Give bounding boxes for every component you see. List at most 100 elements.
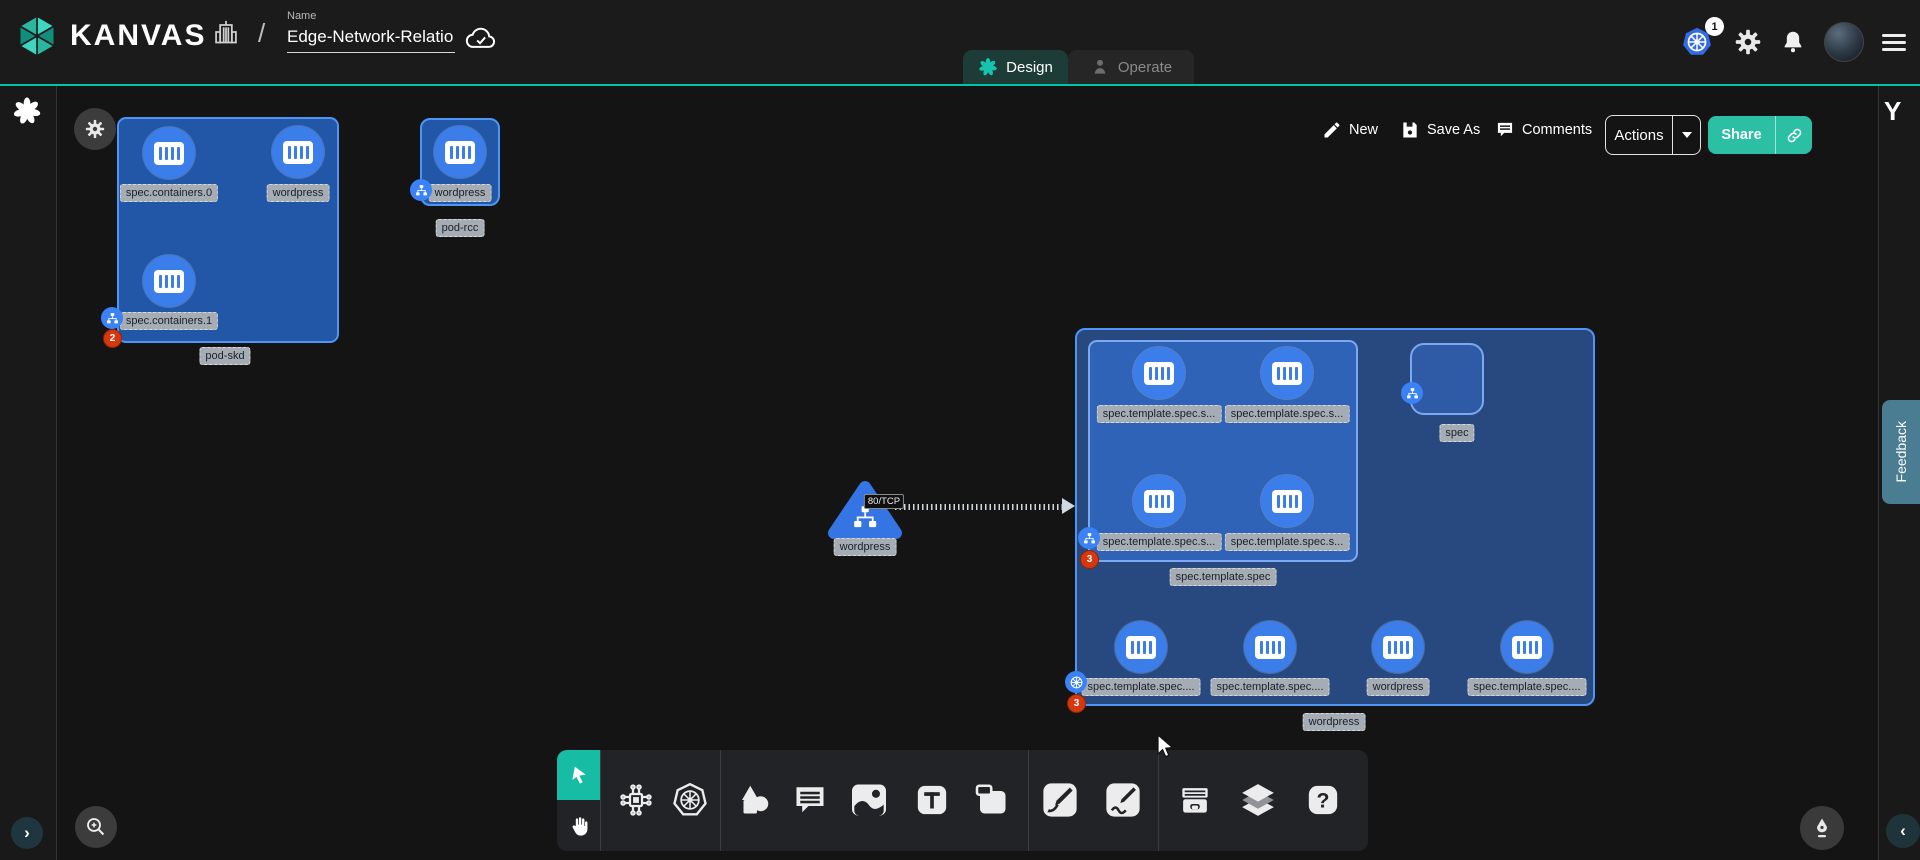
- name-label: Name: [287, 10, 455, 22]
- container-node[interactable]: [143, 127, 195, 179]
- node-label: spec.containers.0: [120, 184, 218, 202]
- container-node[interactable]: [1261, 475, 1313, 527]
- image-icon: [850, 783, 888, 817]
- new-button[interactable]: New: [1322, 120, 1378, 140]
- container-node[interactable]: [1501, 621, 1553, 673]
- container-icon: [1383, 636, 1413, 659]
- context-count-badge: 1: [1705, 17, 1724, 36]
- yaml-panel-icon[interactable]: Y: [1884, 96, 1901, 127]
- share-button[interactable]: Share: [1708, 116, 1812, 154]
- help-tool[interactable]: ?: [1301, 778, 1345, 822]
- save-icon: [1400, 120, 1420, 140]
- kanvas-logo-icon[interactable]: [14, 13, 60, 59]
- node-label: wordpress: [1367, 678, 1430, 696]
- group-label: wordpress: [1303, 713, 1366, 731]
- comment-icon: [792, 782, 828, 818]
- relationship-badge[interactable]: [1078, 527, 1100, 549]
- container-node[interactable]: [1372, 621, 1424, 673]
- node-label: wordpress: [267, 184, 330, 202]
- tab-operate[interactable]: Operate: [1068, 50, 1194, 84]
- container-node[interactable]: [434, 126, 486, 178]
- node-label: spec.template.spec.s...: [1225, 533, 1350, 551]
- kanvas-app: KANVAS / Name Design: [0, 0, 1920, 860]
- design-tab-icon: [978, 57, 998, 77]
- profile-avatar[interactable]: [1824, 22, 1864, 62]
- note-icon: [974, 782, 1010, 818]
- settings-icon[interactable]: [1734, 28, 1762, 56]
- kubernetes-components-tool[interactable]: [668, 778, 712, 822]
- text-tool[interactable]: [910, 778, 954, 822]
- container-node[interactable]: [143, 255, 195, 307]
- node-label: spec.template.spec.s...: [1097, 533, 1222, 551]
- media-tool[interactable]: [847, 778, 891, 822]
- group-label: spec.template.spec: [1170, 568, 1277, 586]
- relationship-badge[interactable]: [101, 307, 123, 329]
- pencil-icon: [1322, 120, 1342, 140]
- kubernetes-badge[interactable]: [1065, 671, 1087, 693]
- organization-icon[interactable]: [212, 18, 240, 46]
- node-label: spec.template.spec.s...: [1225, 405, 1350, 423]
- canvas-top-border: [0, 84, 1920, 86]
- copy-link-icon[interactable]: [1776, 126, 1812, 145]
- layers-tool[interactable]: [1236, 778, 1280, 822]
- freehand-draw-tool[interactable]: [1101, 778, 1145, 822]
- annotation-pen-button[interactable]: [1800, 806, 1844, 850]
- left-sidebar: [0, 86, 57, 860]
- comments-button[interactable]: Comments: [1495, 120, 1592, 140]
- edge-port-label: 80/TCP: [864, 494, 904, 509]
- import-drawer-tool[interactable]: [1173, 778, 1217, 822]
- operate-tab-label: Operate: [1118, 59, 1172, 76]
- group-label: pod-rcc: [436, 219, 485, 237]
- group-pod-template[interactable]: [1088, 340, 1358, 562]
- design-name-field: Name: [287, 10, 455, 53]
- canvas-settings-button[interactable]: [74, 108, 116, 150]
- zoom-button[interactable]: [75, 806, 117, 848]
- container-icon: [1272, 490, 1302, 513]
- service-edge[interactable]: [895, 504, 1063, 510]
- design-name-input[interactable]: [287, 25, 455, 53]
- container-icon: [1255, 636, 1285, 659]
- node-label: spec.template.spec.s...: [1097, 405, 1222, 423]
- error-count-badge[interactable]: 3: [1067, 694, 1086, 713]
- meshery-spinner-icon: [12, 96, 42, 126]
- save-as-button[interactable]: Save As: [1400, 120, 1480, 140]
- drawer-icon: [1176, 781, 1214, 819]
- collapse-panel-button[interactable]: ‹: [1886, 814, 1920, 848]
- cursor-icon: [569, 765, 589, 785]
- relationship-badge[interactable]: [1401, 382, 1423, 404]
- meshery-components-tool[interactable]: [614, 778, 658, 822]
- edge-pen-tool[interactable]: [1038, 778, 1082, 822]
- expand-sidebar-button[interactable]: ›: [11, 817, 43, 849]
- container-node[interactable]: [1261, 347, 1313, 399]
- spec-node[interactable]: [1410, 343, 1484, 415]
- actions-dropdown-caret[interactable]: [1673, 132, 1700, 138]
- tab-design[interactable]: Design: [963, 50, 1068, 84]
- comment-tool[interactable]: [788, 778, 832, 822]
- node-label: spec: [1439, 424, 1474, 442]
- select-tool-button[interactable]: [557, 750, 600, 800]
- relationship-badge[interactable]: [410, 179, 432, 201]
- shapes-tool[interactable]: [732, 778, 776, 822]
- node-label: spec.containers.1: [120, 312, 218, 330]
- note-tool[interactable]: [970, 778, 1014, 822]
- layers-icon: [1239, 781, 1277, 819]
- notifications-icon[interactable]: [1780, 29, 1806, 55]
- kubernetes-context-icon[interactable]: 1: [1680, 25, 1716, 59]
- feedback-tab[interactable]: Feedback: [1882, 400, 1920, 504]
- container-node[interactable]: [1115, 621, 1167, 673]
- service-node[interactable]: [827, 478, 903, 542]
- error-count-badge[interactable]: 3: [1080, 550, 1099, 569]
- container-node[interactable]: [1133, 475, 1185, 527]
- container-icon: [445, 141, 475, 164]
- node-label: spec.template.spec....: [1082, 678, 1201, 696]
- error-count-badge[interactable]: 2: [103, 329, 122, 348]
- container-node[interactable]: [272, 126, 324, 178]
- mode-tabs: Design Operate: [963, 50, 1194, 84]
- actions-button[interactable]: Actions: [1605, 115, 1701, 155]
- pan-tool-button[interactable]: [557, 800, 600, 851]
- menu-icon[interactable]: [1882, 34, 1906, 51]
- node-label: spec.template.spec....: [1468, 678, 1587, 696]
- container-node[interactable]: [1244, 621, 1296, 673]
- container-node[interactable]: [1133, 347, 1185, 399]
- container-icon: [154, 142, 184, 165]
